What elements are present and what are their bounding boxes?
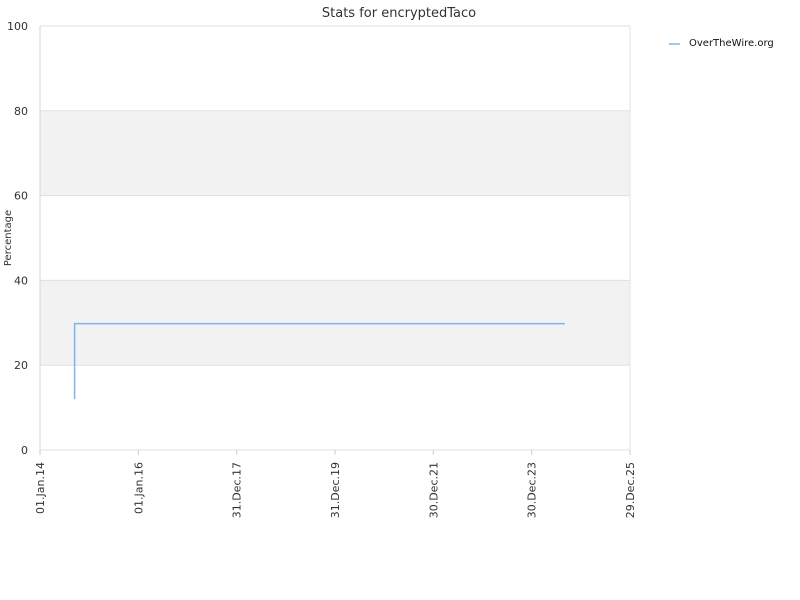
- y-tick-label: 20: [14, 359, 28, 372]
- line-chart: Stats for encryptedTaco 0 20 40 60 80 100 01.…: [3, 6, 774, 518]
- grid-band: [40, 195, 630, 281]
- x-tick-label: 29.Dec.25: [624, 462, 637, 518]
- y-tick-label: 80: [14, 105, 28, 118]
- grid-band: [40, 365, 630, 450]
- x-tick-label: 30.Dec.21: [427, 462, 440, 518]
- legend[interactable]: OverTheWire.org: [669, 38, 774, 49]
- x-tick-label: 30.Dec.23: [526, 462, 539, 518]
- y-tick-label: 0: [21, 444, 28, 457]
- grid-band: [40, 280, 630, 366]
- legend-item-label[interactable]: OverTheWire.org: [689, 38, 774, 49]
- grid-band: [40, 26, 630, 111]
- y-tick-label: 40: [14, 274, 28, 287]
- x-tick-label: 01.Jan.14: [34, 462, 47, 514]
- chart-title: Stats for encryptedTaco: [322, 6, 476, 21]
- x-axis: 01.Jan.14 01.Jan.16 31.Dec.17 31.Dec.19 30.D…: [34, 450, 637, 518]
- plot-background: [39, 25, 631, 451]
- x-tick-label: 31.Dec.17: [231, 462, 244, 518]
- y-tick-label: 100: [7, 20, 28, 33]
- x-tick-label: 01.Jan.16: [132, 462, 145, 514]
- grid-band: [40, 110, 630, 196]
- y-axis-label: Percentage: [3, 210, 14, 266]
- y-tick-label: 60: [14, 190, 28, 203]
- x-tick-label: 31.Dec.19: [329, 462, 342, 518]
